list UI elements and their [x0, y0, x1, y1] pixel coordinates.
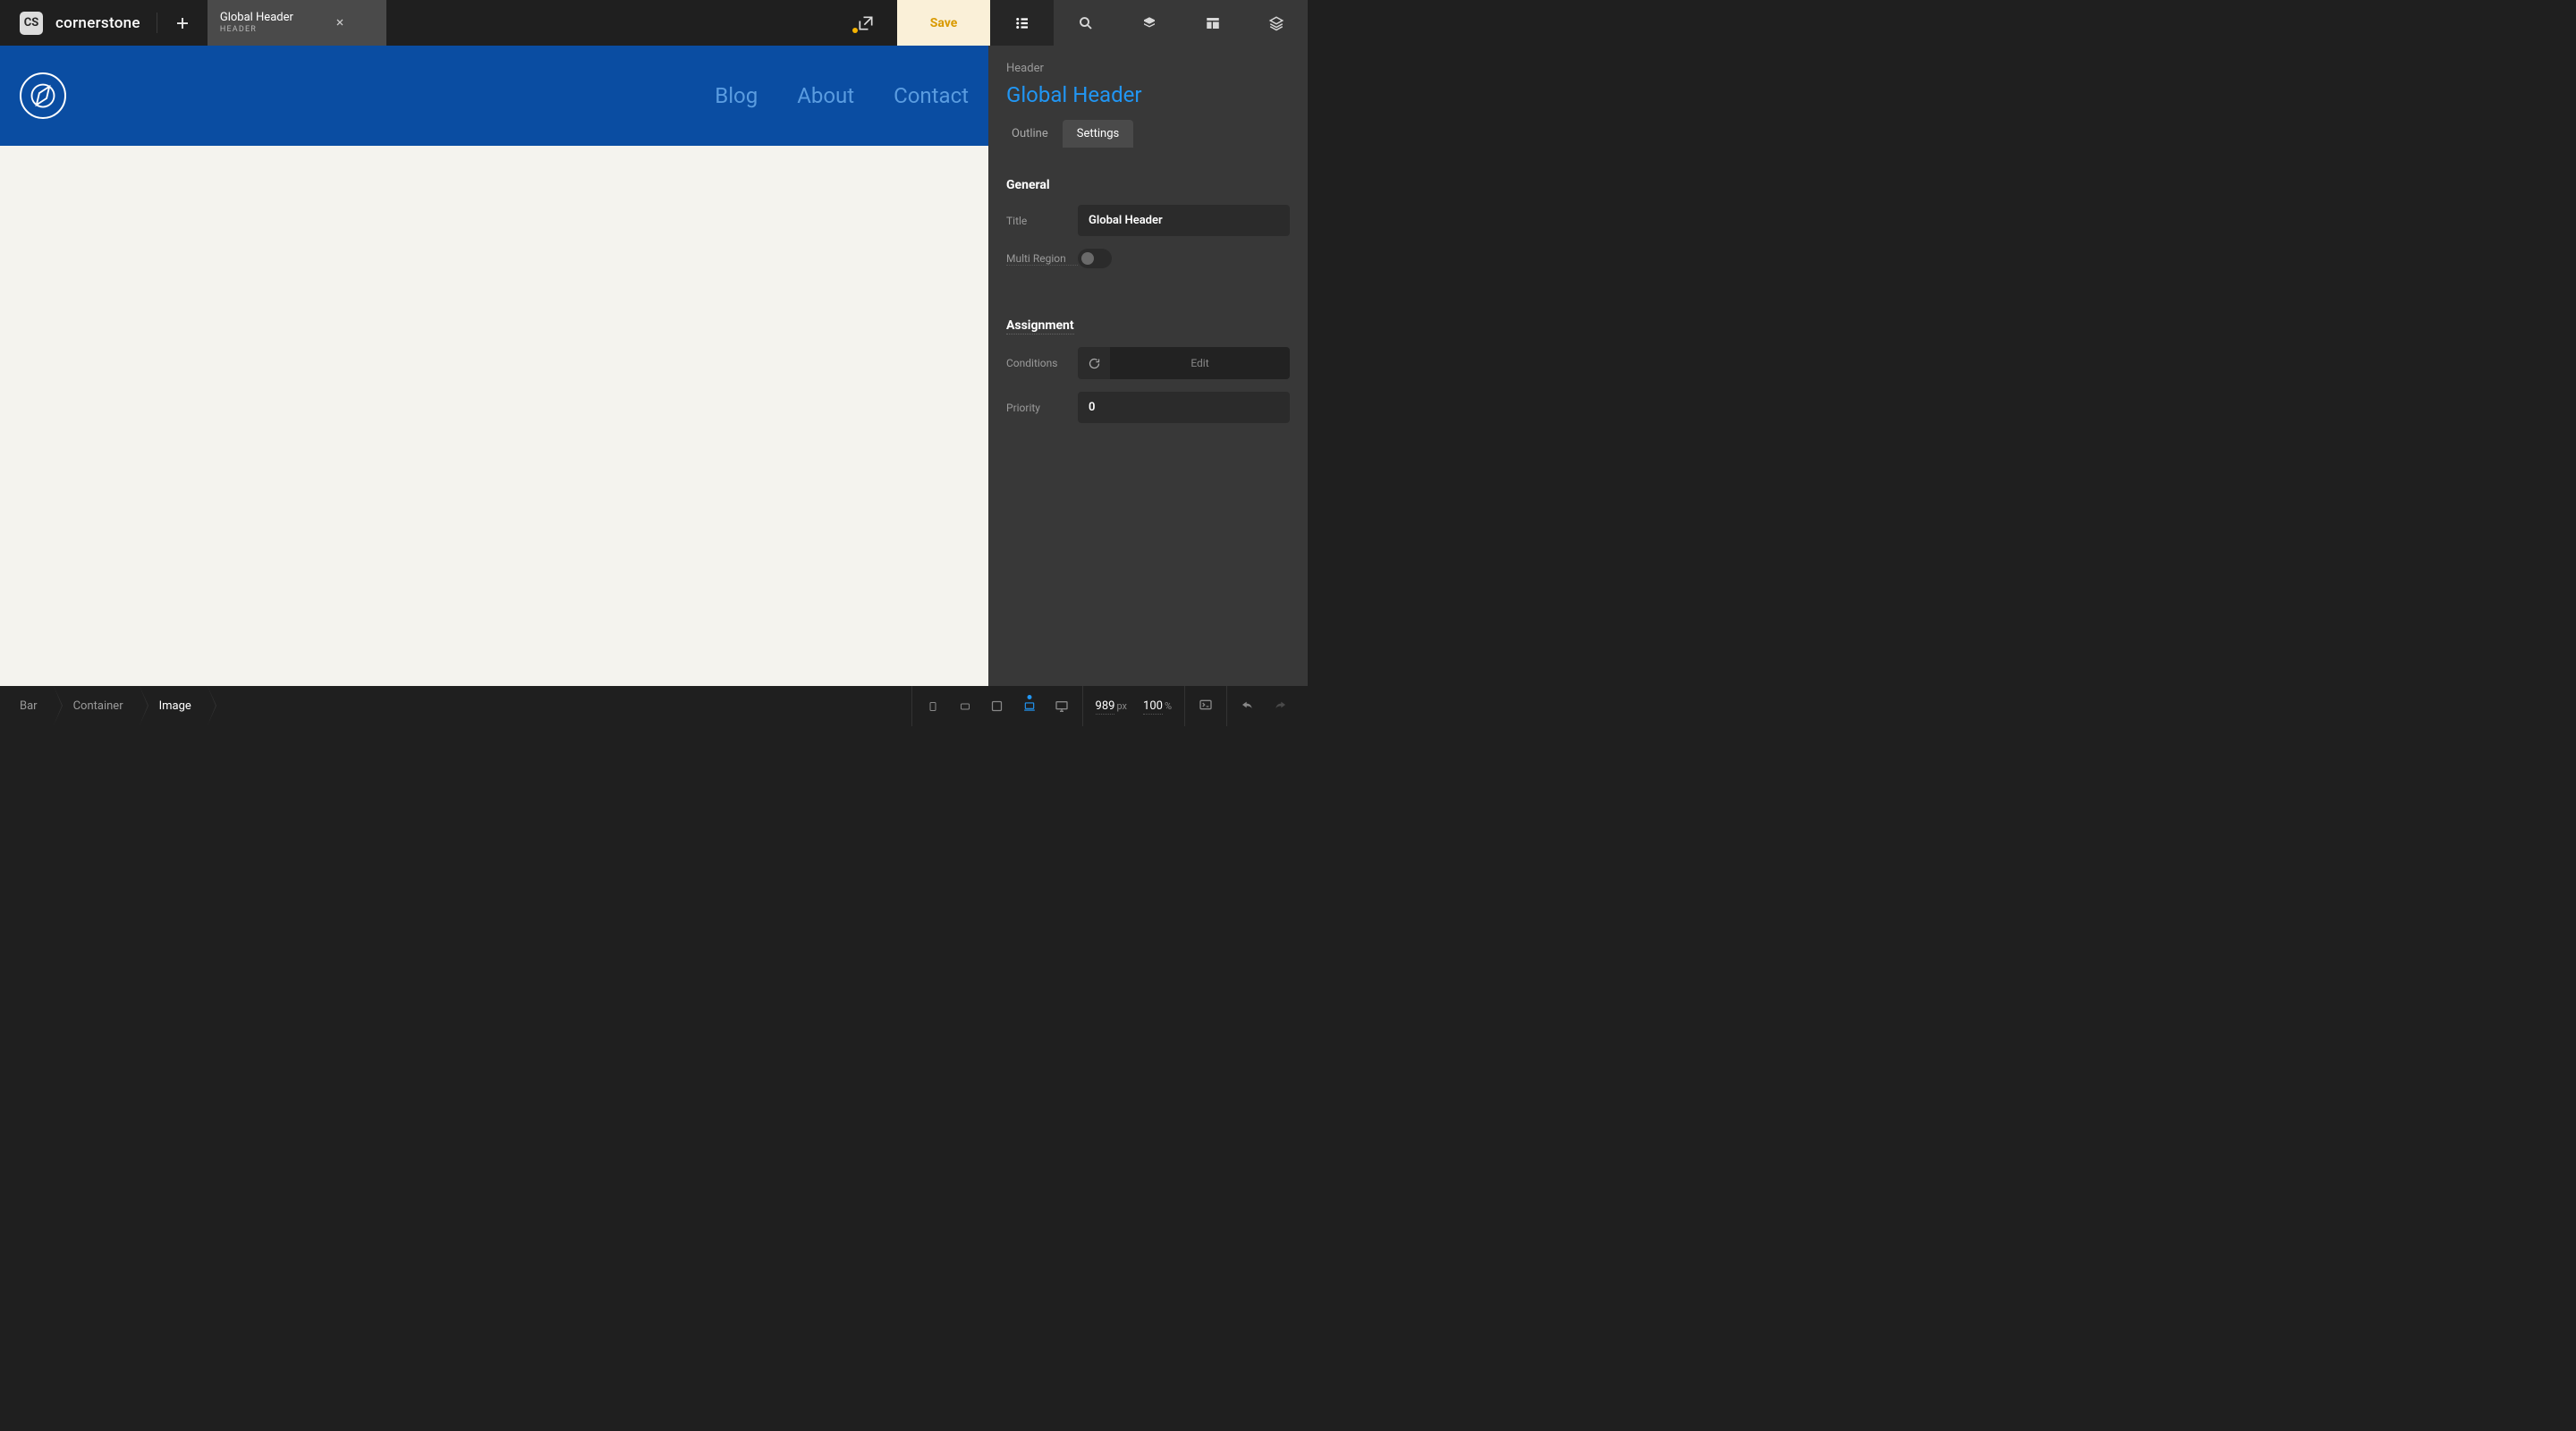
console-group [1184, 686, 1226, 726]
canvas-width-value[interactable]: 989 [1096, 699, 1115, 715]
brand-area: CS cornerstone [0, 0, 157, 46]
preview-canvas[interactable]: Blog About Contact [0, 46, 988, 686]
canvas-width-unit: px [1116, 700, 1127, 712]
inspector-tabs: Outline Settings [988, 120, 1308, 148]
zoom-value[interactable]: 100 [1143, 699, 1163, 715]
label-multiregion[interactable]: Multi Region [1006, 252, 1078, 266]
multiregion-toggle[interactable] [1078, 249, 1112, 268]
conditions-edit-button[interactable]: Edit [1110, 347, 1290, 379]
device-preview-group [911, 686, 1082, 726]
right-tools [990, 0, 1308, 46]
inspector-sidebar: Header Outline Settings General Title Mu… [988, 46, 1308, 686]
conditions-refresh-button[interactable] [1078, 347, 1110, 379]
header-title-input[interactable] [988, 80, 1308, 120]
tab-outline[interactable]: Outline [997, 120, 1063, 148]
preview-header-bar[interactable]: Blog About Contact [0, 46, 988, 146]
title-field[interactable] [1078, 205, 1290, 236]
nav-link-about[interactable]: About [797, 83, 854, 108]
brand-badge: CS [20, 12, 43, 35]
viewport-size-group: 989px 100% [1082, 686, 1184, 726]
breadcrumb-image[interactable]: Image [140, 686, 208, 726]
label-title: Title [1006, 215, 1078, 227]
label-priority: Priority [1006, 402, 1078, 414]
layers-tool-icon[interactable] [1244, 0, 1308, 46]
elements-tool-icon[interactable] [1117, 0, 1181, 46]
templates-tool-icon[interactable] [1181, 0, 1244, 46]
settings-panel: General Title Multi Region Assignment Co… [988, 148, 1308, 471]
device-phone-landscape-icon[interactable] [957, 700, 973, 713]
inspector-breadcrumb[interactable]: Header [988, 46, 1308, 80]
device-desktop-icon[interactable] [1054, 700, 1070, 713]
breadcrumb-bar[interactable]: Bar [0, 686, 54, 726]
nav-link-blog[interactable]: Blog [715, 83, 758, 108]
unsaved-dot-icon [852, 28, 858, 33]
save-button[interactable]: Save [897, 0, 990, 46]
main-area: Blog About Contact Header Outline Settin… [0, 46, 1308, 686]
bottombar: Bar Container Image 989px 100% [0, 686, 1308, 726]
add-button[interactable] [157, 0, 208, 46]
history-group [1226, 686, 1308, 726]
tab-settings[interactable]: Settings [1063, 120, 1133, 148]
device-phone-icon[interactable] [925, 700, 941, 713]
element-breadcrumbs: Bar Container Image [0, 686, 208, 726]
device-tablet-icon[interactable] [989, 700, 1005, 713]
outline-tool-icon[interactable] [990, 0, 1054, 46]
console-icon[interactable] [1198, 698, 1214, 716]
topbar: CS cornerstone Global Header HEADER Save [0, 0, 1308, 46]
brand-name: cornerstone [55, 14, 140, 32]
label-conditions: Conditions [1006, 357, 1078, 369]
device-laptop-icon[interactable] [1021, 700, 1038, 713]
section-assignment[interactable]: Assignment [1006, 318, 1074, 334]
tab-title: Global Header [220, 12, 293, 25]
zoom-unit: % [1165, 700, 1172, 712]
document-tab[interactable]: Global Header HEADER [208, 0, 386, 46]
save-label: Save [930, 16, 958, 30]
redo-icon[interactable] [1272, 698, 1288, 716]
search-tool-icon[interactable] [1054, 0, 1117, 46]
priority-field[interactable] [1078, 392, 1290, 423]
preview-nav: Blog About Contact [715, 83, 969, 108]
section-general: General [1006, 178, 1290, 192]
breadcrumb-container[interactable]: Container [54, 686, 140, 726]
popout-button[interactable] [835, 0, 897, 46]
nav-link-contact[interactable]: Contact [894, 83, 969, 108]
close-icon[interactable] [335, 15, 345, 31]
undo-icon[interactable] [1240, 698, 1256, 716]
preview-logo[interactable] [20, 72, 66, 119]
tab-subtitle: HEADER [220, 25, 293, 34]
